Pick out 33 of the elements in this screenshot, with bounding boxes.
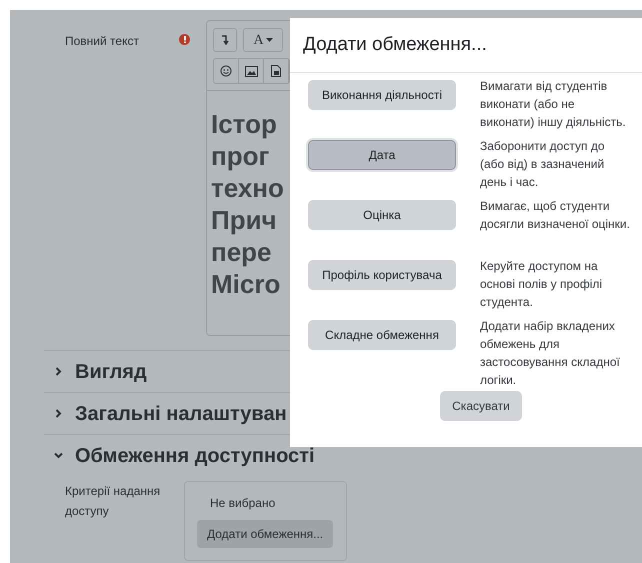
option-description: Керуйте доступом на основі полів у профілі студента. [480,258,604,311]
option-button[interactable]: Складне обмеження [308,320,456,350]
arrow-icon [221,35,229,45]
section-header[interactable]: Обмеження доступності [44,435,315,476]
font-button[interactable]: A [243,28,283,52]
option-description: Заборонити доступ до (або від) в зазначений день і час. [480,138,606,191]
image-icon [244,66,258,76]
editor-text: Прич [211,204,278,236]
cancel-button[interactable]: Скасувати [440,391,522,421]
toolbar-button[interactable] [213,28,237,52]
editor-text: прог [211,140,270,172]
criteria-label: Критерії надання доступу [64,483,162,520]
section-header[interactable]: Вигляд [44,351,147,392]
editor-text: Істор [211,108,278,140]
chevron-icon [54,451,63,460]
editor-text: пере [211,236,273,268]
option-button[interactable]: Оцінка [308,200,456,230]
editor-text: техно [211,172,285,204]
section-header[interactable]: Загальні налаштуван [44,393,287,434]
caret-icon [266,38,273,42]
option-description: Вимагає, щоб студенти досягли визначеної оцінки. [480,198,630,233]
field-label: Повний текст [65,33,139,50]
option-button[interactable]: Дата [308,140,456,170]
option-description: Вимагати від студентів виконати (або не виконати) іншу діяльність. [480,78,627,131]
option-button[interactable]: Профіль користувача [308,260,456,290]
status-text: Не вибрано [209,495,276,512]
file-icon [271,65,281,77]
option-description: Додати набір вкладених обмежень для застосовування складної логіки. [480,318,621,389]
chevron-icon [54,409,63,418]
chevron-icon [54,367,63,376]
smiley-icon [220,65,232,77]
option-button[interactable]: Виконання діяльності [308,80,456,110]
add-restriction-button[interactable]: Додати обмеження... [197,520,334,548]
